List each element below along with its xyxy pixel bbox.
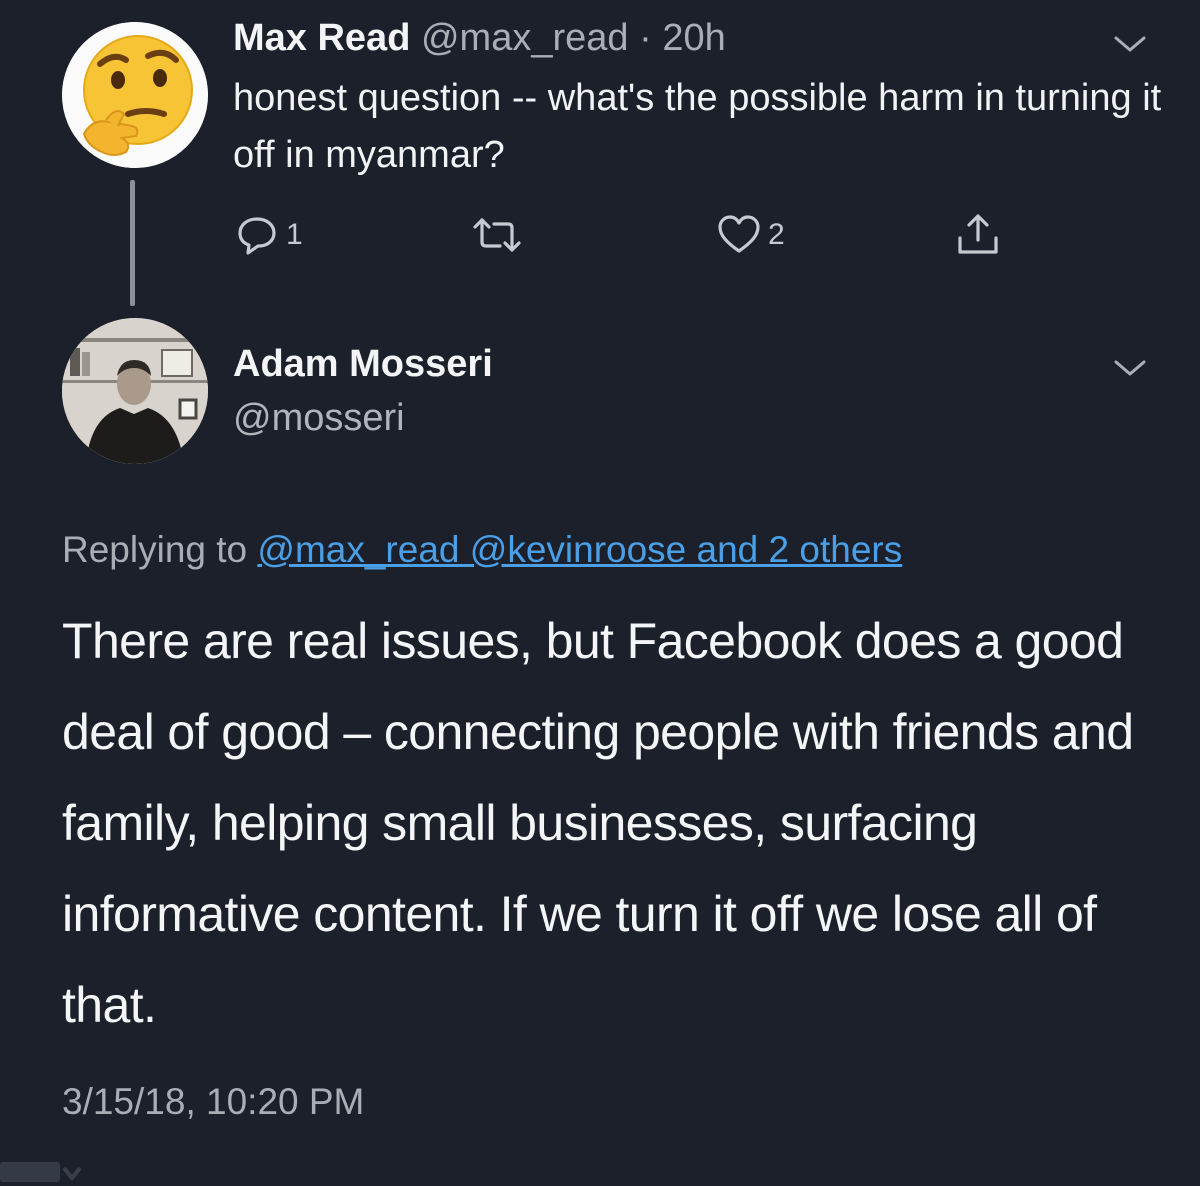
tweet2-chevron-down-icon[interactable] <box>1113 358 1147 378</box>
tweet1-author-handle[interactable]: @max_read <box>421 17 629 59</box>
tweet1-chevron-down-icon[interactable] <box>1113 34 1147 54</box>
reply-icon <box>238 217 276 255</box>
tweet1-text: honest question -- what's the possible h… <box>233 77 1162 176</box>
tweet1-time-ago[interactable]: 20h <box>662 17 725 59</box>
tweet1-author-name[interactable]: Max Read <box>233 17 410 59</box>
replying-prefix: Replying to <box>62 529 258 570</box>
replying-mentions-link[interactable]: @max_read @kevinroose and 2 others <box>257 529 902 570</box>
tweet2-timestamp[interactable]: 3/15/18, 10:20 PM <box>62 1078 364 1126</box>
like-count: 2 <box>768 218 785 251</box>
like-button[interactable]: 2 <box>716 212 785 258</box>
reply-button[interactable]: 1 <box>234 212 303 258</box>
profile-photo-icon <box>62 318 208 464</box>
tweet2-author-name[interactable]: Adam Mosseri <box>233 340 493 388</box>
max-read-avatar[interactable] <box>62 22 208 168</box>
retweet-button[interactable] <box>470 212 524 258</box>
tweet1-header: Max Read @max_read · 20h <box>233 14 726 62</box>
adam-mosseri-avatar[interactable] <box>62 318 208 464</box>
retweet-icon <box>473 218 521 252</box>
thinking-face-icon <box>62 22 208 168</box>
share-button[interactable] <box>955 212 1001 258</box>
tweet1-separator: · <box>628 17 663 59</box>
thread-connector-line <box>130 180 135 306</box>
tweet2-text: There are real issues, but Facebook does… <box>62 613 1134 1033</box>
heart-icon <box>718 215 760 253</box>
reply-count: 1 <box>286 218 303 251</box>
tweet2-author-handle[interactable]: @mosseri <box>233 394 405 442</box>
share-icon <box>958 214 998 254</box>
replying-to: Replying to @max_read @kevinroose and 2 … <box>62 526 902 574</box>
